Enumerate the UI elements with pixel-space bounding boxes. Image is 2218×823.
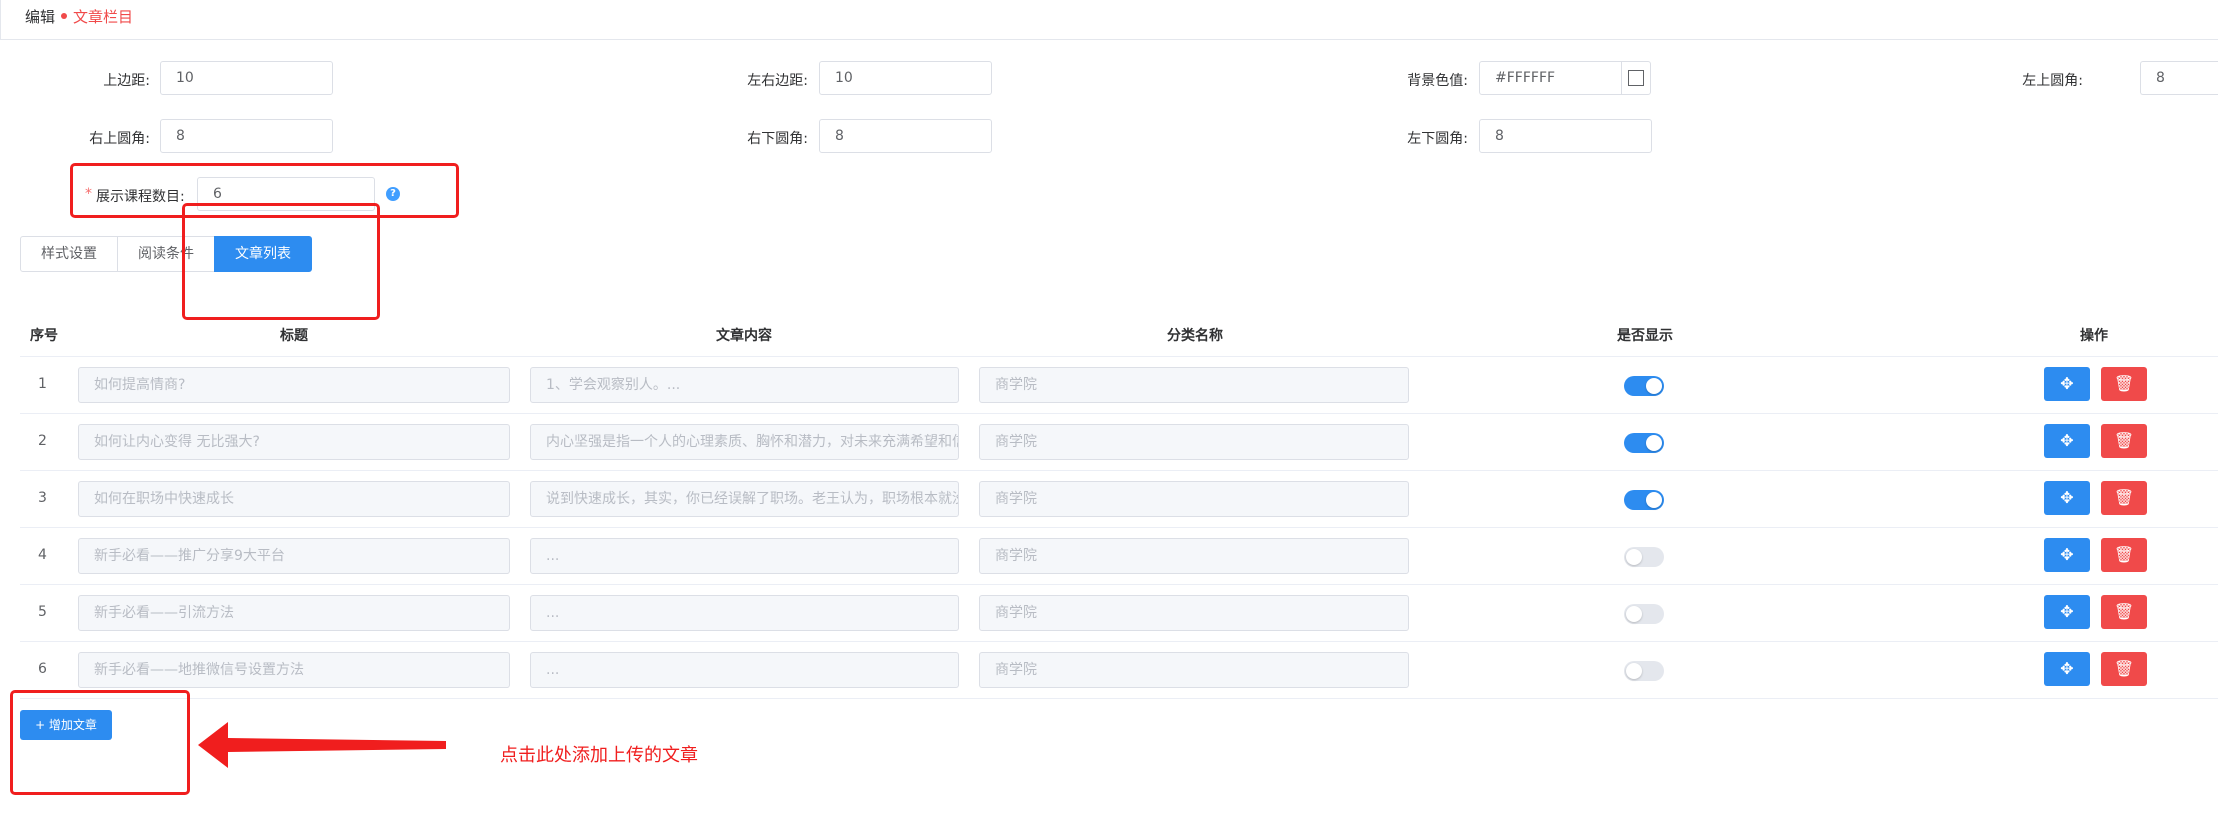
breadcrumb-bar: 编辑 文章栏目 [0, 0, 2218, 40]
tl-radius-label: 左上圆角: [2022, 73, 2083, 89]
move-button[interactable]: ✥ [2044, 538, 2090, 572]
header-index: 序号 [30, 328, 58, 344]
content-input[interactable]: 1、学会观察别人。... [530, 367, 959, 403]
delete-button[interactable]: 🗑 [2101, 538, 2147, 572]
table-row: 4 新手必看——推广分享9大平台 ... 商学院 ✥ 🗑 [20, 528, 2218, 585]
move-icon: ✥ [2060, 374, 2074, 393]
top-margin-label: 上边距: [103, 73, 150, 89]
bg-color-label: 背景色值: [1407, 73, 1468, 89]
toggle-knob [1626, 663, 1642, 679]
trash-icon: 🗑 [2113, 545, 2135, 564]
lr-margin-label: 左右边距: [747, 73, 808, 89]
row-index: 3 [38, 490, 47, 506]
trash-icon: 🗑 [2113, 431, 2135, 450]
content-input[interactable]: ... [530, 538, 959, 574]
delete-button[interactable]: 🗑 [2101, 424, 2147, 458]
color-swatch-icon [1628, 70, 1644, 86]
trash-icon: 🗑 [2113, 602, 2135, 621]
row-index: 6 [38, 661, 47, 677]
delete-button[interactable]: 🗑 [2101, 652, 2147, 686]
breadcrumb-dot-icon [61, 13, 67, 19]
visible-toggle[interactable] [1624, 547, 1664, 567]
title-input[interactable]: 如何让内心变得 无比强大? [78, 424, 510, 460]
content-input[interactable]: ... [530, 652, 959, 688]
delete-button[interactable]: 🗑 [2101, 367, 2147, 401]
tab-style-settings[interactable]: 样式设置 [20, 236, 118, 272]
category-input[interactable]: 商学院 [979, 367, 1409, 403]
lr-margin-input[interactable]: 10 [819, 61, 992, 95]
top-margin-input[interactable]: 10 [160, 61, 333, 95]
color-picker-button[interactable] [1621, 61, 1651, 95]
title-input[interactable]: 如何提高情商? [78, 367, 510, 403]
content-input[interactable]: 说到快速成长，其实，你已经误解了职场。老王认为，职场根本就没有 [530, 481, 959, 517]
content-input[interactable]: 内心坚强是指一个人的心理素质、胸怀和潜力，对未来充满希望和信心 [530, 424, 959, 460]
bl-radius-input[interactable]: 8 [1479, 119, 1652, 153]
title-input[interactable]: 新手必看——推广分享9大平台 [78, 538, 510, 574]
tr-radius-input[interactable]: 8 [160, 119, 333, 153]
category-input[interactable]: 商学院 [979, 595, 1409, 631]
move-icon: ✥ [2060, 602, 2074, 621]
toggle-knob [1646, 378, 1662, 394]
table-row: 2 如何让内心变得 无比强大? 内心坚强是指一个人的心理素质、胸怀和潜力，对未来… [20, 414, 2218, 471]
header-visible: 是否显示 [1617, 328, 1673, 344]
breadcrumb-edit[interactable]: 编辑 [25, 6, 55, 27]
annotation-box-tab [182, 203, 380, 320]
move-icon: ✥ [2060, 431, 2074, 450]
visible-toggle[interactable] [1624, 433, 1664, 453]
delete-button[interactable]: 🗑 [2101, 595, 2147, 629]
move-button[interactable]: ✥ [2044, 367, 2090, 401]
toggle-knob [1646, 492, 1662, 508]
move-button[interactable]: ✥ [2044, 652, 2090, 686]
visible-toggle[interactable] [1624, 604, 1664, 624]
annotation-box-add-button [10, 690, 190, 795]
move-button[interactable]: ✥ [2044, 595, 2090, 629]
move-button[interactable]: ✥ [2044, 424, 2090, 458]
table-row: 6 新手必看——地推微信号设置方法 ... 商学院 ✥ 🗑 [20, 642, 2218, 699]
header-content: 文章内容 [716, 328, 772, 344]
row-index: 1 [38, 376, 47, 392]
header-title: 标题 [280, 328, 308, 344]
content-input[interactable]: ... [530, 595, 959, 631]
category-input[interactable]: 商学院 [979, 481, 1409, 517]
delete-button[interactable]: 🗑 [2101, 481, 2147, 515]
breadcrumb-current: 文章栏目 [73, 8, 134, 26]
title-input[interactable]: 如何在职场中快速成长 [78, 481, 510, 517]
annotation-note: 点击此处添加上传的文章 [500, 745, 698, 766]
visible-toggle[interactable] [1624, 661, 1664, 681]
title-input[interactable]: 新手必看——地推微信号设置方法 [78, 652, 510, 688]
visible-toggle[interactable] [1624, 490, 1664, 510]
bg-color-input[interactable]: #FFFFFF [1479, 61, 1622, 95]
table-row: 3 如何在职场中快速成长 说到快速成长，其实，你已经误解了职场。老王认为，职场根… [20, 471, 2218, 528]
move-icon: ✥ [2060, 488, 2074, 507]
header-category: 分类名称 [1167, 328, 1223, 344]
category-input[interactable]: 商学院 [979, 538, 1409, 574]
tr-radius-label: 右上圆角: [89, 131, 150, 147]
trash-icon: 🗑 [2113, 659, 2135, 678]
header-actions: 操作 [2080, 328, 2108, 344]
title-input[interactable]: 新手必看——引流方法 [78, 595, 510, 631]
trash-icon: 🗑 [2113, 488, 2135, 507]
table-row: 5 新手必看——引流方法 ... 商学院 ✥ 🗑 [20, 585, 2218, 642]
br-radius-label: 右下圆角: [747, 131, 808, 147]
row-index: 5 [38, 604, 47, 620]
toggle-knob [1626, 606, 1642, 622]
move-icon: ✥ [2060, 545, 2074, 564]
move-icon: ✥ [2060, 659, 2074, 678]
br-radius-input[interactable]: 8 [819, 119, 992, 153]
move-button[interactable]: ✥ [2044, 481, 2090, 515]
category-input[interactable]: 商学院 [979, 652, 1409, 688]
header-divider [0, 0, 1, 40]
toggle-knob [1626, 549, 1642, 565]
category-input[interactable]: 商学院 [979, 424, 1409, 460]
trash-icon: 🗑 [2113, 374, 2135, 393]
table-row: 1 如何提高情商? 1、学会观察别人。... 商学院 ✥ 🗑 [20, 357, 2218, 414]
tl-radius-input[interactable]: 8 [2140, 61, 2218, 95]
bl-radius-label: 左下圆角: [1407, 131, 1468, 147]
visible-toggle[interactable] [1624, 376, 1664, 396]
annotation-arrow-icon [198, 722, 446, 768]
row-index: 4 [38, 547, 47, 563]
toggle-knob [1646, 435, 1662, 451]
row-index: 2 [38, 433, 47, 449]
